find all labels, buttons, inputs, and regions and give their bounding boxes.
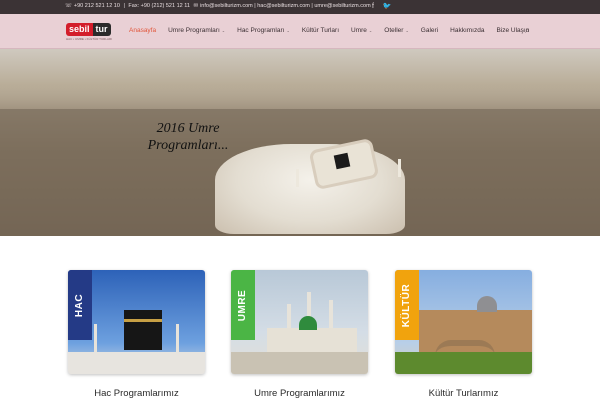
- chevron-down-icon: ⌄: [368, 28, 373, 33]
- email-addresses[interactable]: info@sebilturizm.com | hac@sebilturizm.c…: [200, 3, 371, 9]
- main-navigation: Anasayfa Umre Programları ⌄ Hac Programla…: [129, 26, 541, 36]
- chevron-down-icon: ⌄: [221, 28, 226, 33]
- nav-label: Hac Programları: [237, 27, 285, 34]
- card-tag: KÜLTÜR: [395, 270, 419, 340]
- contact-info: ☏ +90 212 521 12 10 | Fax: +90 (212) 521 …: [65, 3, 373, 9]
- card-caption-umre[interactable]: Umre Programlarımız: [231, 388, 368, 399]
- nav-item-umre[interactable]: Umre ⌄: [351, 27, 372, 34]
- search-icon[interactable]: ⌕: [525, 26, 529, 36]
- main-header: sebil tur HAC • UMRE • KÜLTÜR TURLARI An…: [0, 14, 600, 49]
- nav-label: Umre: [351, 27, 367, 34]
- nav-item-hakkimizda[interactable]: Hakkımızda: [450, 27, 484, 34]
- card-ground: [395, 352, 532, 374]
- green-dome-icon: [299, 316, 317, 330]
- nav-label: Anasayfa: [129, 27, 157, 34]
- nav-label: Hakkımızda: [450, 27, 485, 34]
- chevron-down-icon: ⌄: [286, 28, 290, 33]
- kaaba-icon: [333, 152, 351, 170]
- card-caption-hac[interactable]: Hac Programlarımız: [68, 388, 205, 399]
- logo-text-part1: sebil: [66, 23, 93, 36]
- kaaba-icon: [124, 310, 162, 350]
- mosque-building: [267, 328, 357, 352]
- social-links: f 🐦: [372, 2, 399, 10]
- twitter-icon[interactable]: 🐦: [383, 3, 392, 10]
- card-umre[interactable]: UMRE: [231, 270, 368, 374]
- chevron-down-icon: ⌄: [405, 28, 409, 33]
- facebook-icon[interactable]: f: [372, 3, 374, 10]
- nav-item-hac-programlari[interactable]: Hac Programları ⌄: [237, 27, 290, 34]
- nav-label: Galeri: [420, 27, 439, 34]
- nav-item-kultur-turlari[interactable]: Kültür Turları: [302, 27, 339, 34]
- nav-label: Oteller: [384, 27, 404, 34]
- minaret-icon: [296, 169, 299, 187]
- dome-icon: [477, 296, 497, 312]
- minaret-icon: [94, 324, 97, 352]
- hero-headline-line2: Programları...: [147, 138, 229, 153]
- card-tag: UMRE: [231, 270, 255, 340]
- nav-item-anasayfa[interactable]: Anasayfa: [129, 27, 156, 34]
- phone-number[interactable]: +90 212 521 12 10: [74, 3, 120, 9]
- program-cards-section: HAC Hac Programlarımız UMRE Umre Program…: [0, 236, 600, 400]
- hero-banner: 2016 Umre Programları...: [0, 49, 600, 236]
- hero-mountains: [0, 49, 600, 109]
- hero-headline-line1: 2016 Umre: [156, 121, 220, 136]
- nav-label: Umre Programları: [168, 27, 220, 34]
- site-logo[interactable]: sebil tur HAC • UMRE • KÜLTÜR TURLARI: [66, 21, 112, 42]
- logo-text-part2: tur: [92, 23, 111, 36]
- card-hac[interactable]: HAC: [68, 270, 205, 374]
- logo-tagline: HAC • UMRE • KÜLTÜR TURLARI: [66, 37, 112, 41]
- nav-item-galeri[interactable]: Galeri: [421, 27, 438, 34]
- minaret-icon: [398, 159, 401, 177]
- nav-item-oteller[interactable]: Oteller ⌄: [384, 27, 409, 34]
- mail-icon: ✉: [193, 3, 199, 9]
- separator: |: [123, 3, 125, 9]
- fax-number: Fax: +90 (212) 521 12 11: [128, 3, 190, 9]
- card-caption-kultur[interactable]: Kültür Turlarımız: [395, 388, 532, 399]
- card-tag: HAC: [68, 270, 92, 340]
- hero-headline: 2016 Umre Programları...: [133, 120, 243, 154]
- card-ground: [231, 352, 368, 374]
- top-contact-bar: ☏ +90 212 521 12 10 | Fax: +90 (212) 521 …: [0, 0, 600, 14]
- phone-icon: ☏: [65, 3, 72, 9]
- logo-mark: sebil tur: [66, 23, 111, 36]
- nav-item-umre-programlari[interactable]: Umre Programları ⌄: [168, 27, 225, 34]
- card-ground: [68, 352, 205, 374]
- nav-label: Kültür Turları: [301, 27, 340, 34]
- card-kultur[interactable]: KÜLTÜR: [395, 270, 532, 374]
- minaret-icon: [176, 324, 179, 352]
